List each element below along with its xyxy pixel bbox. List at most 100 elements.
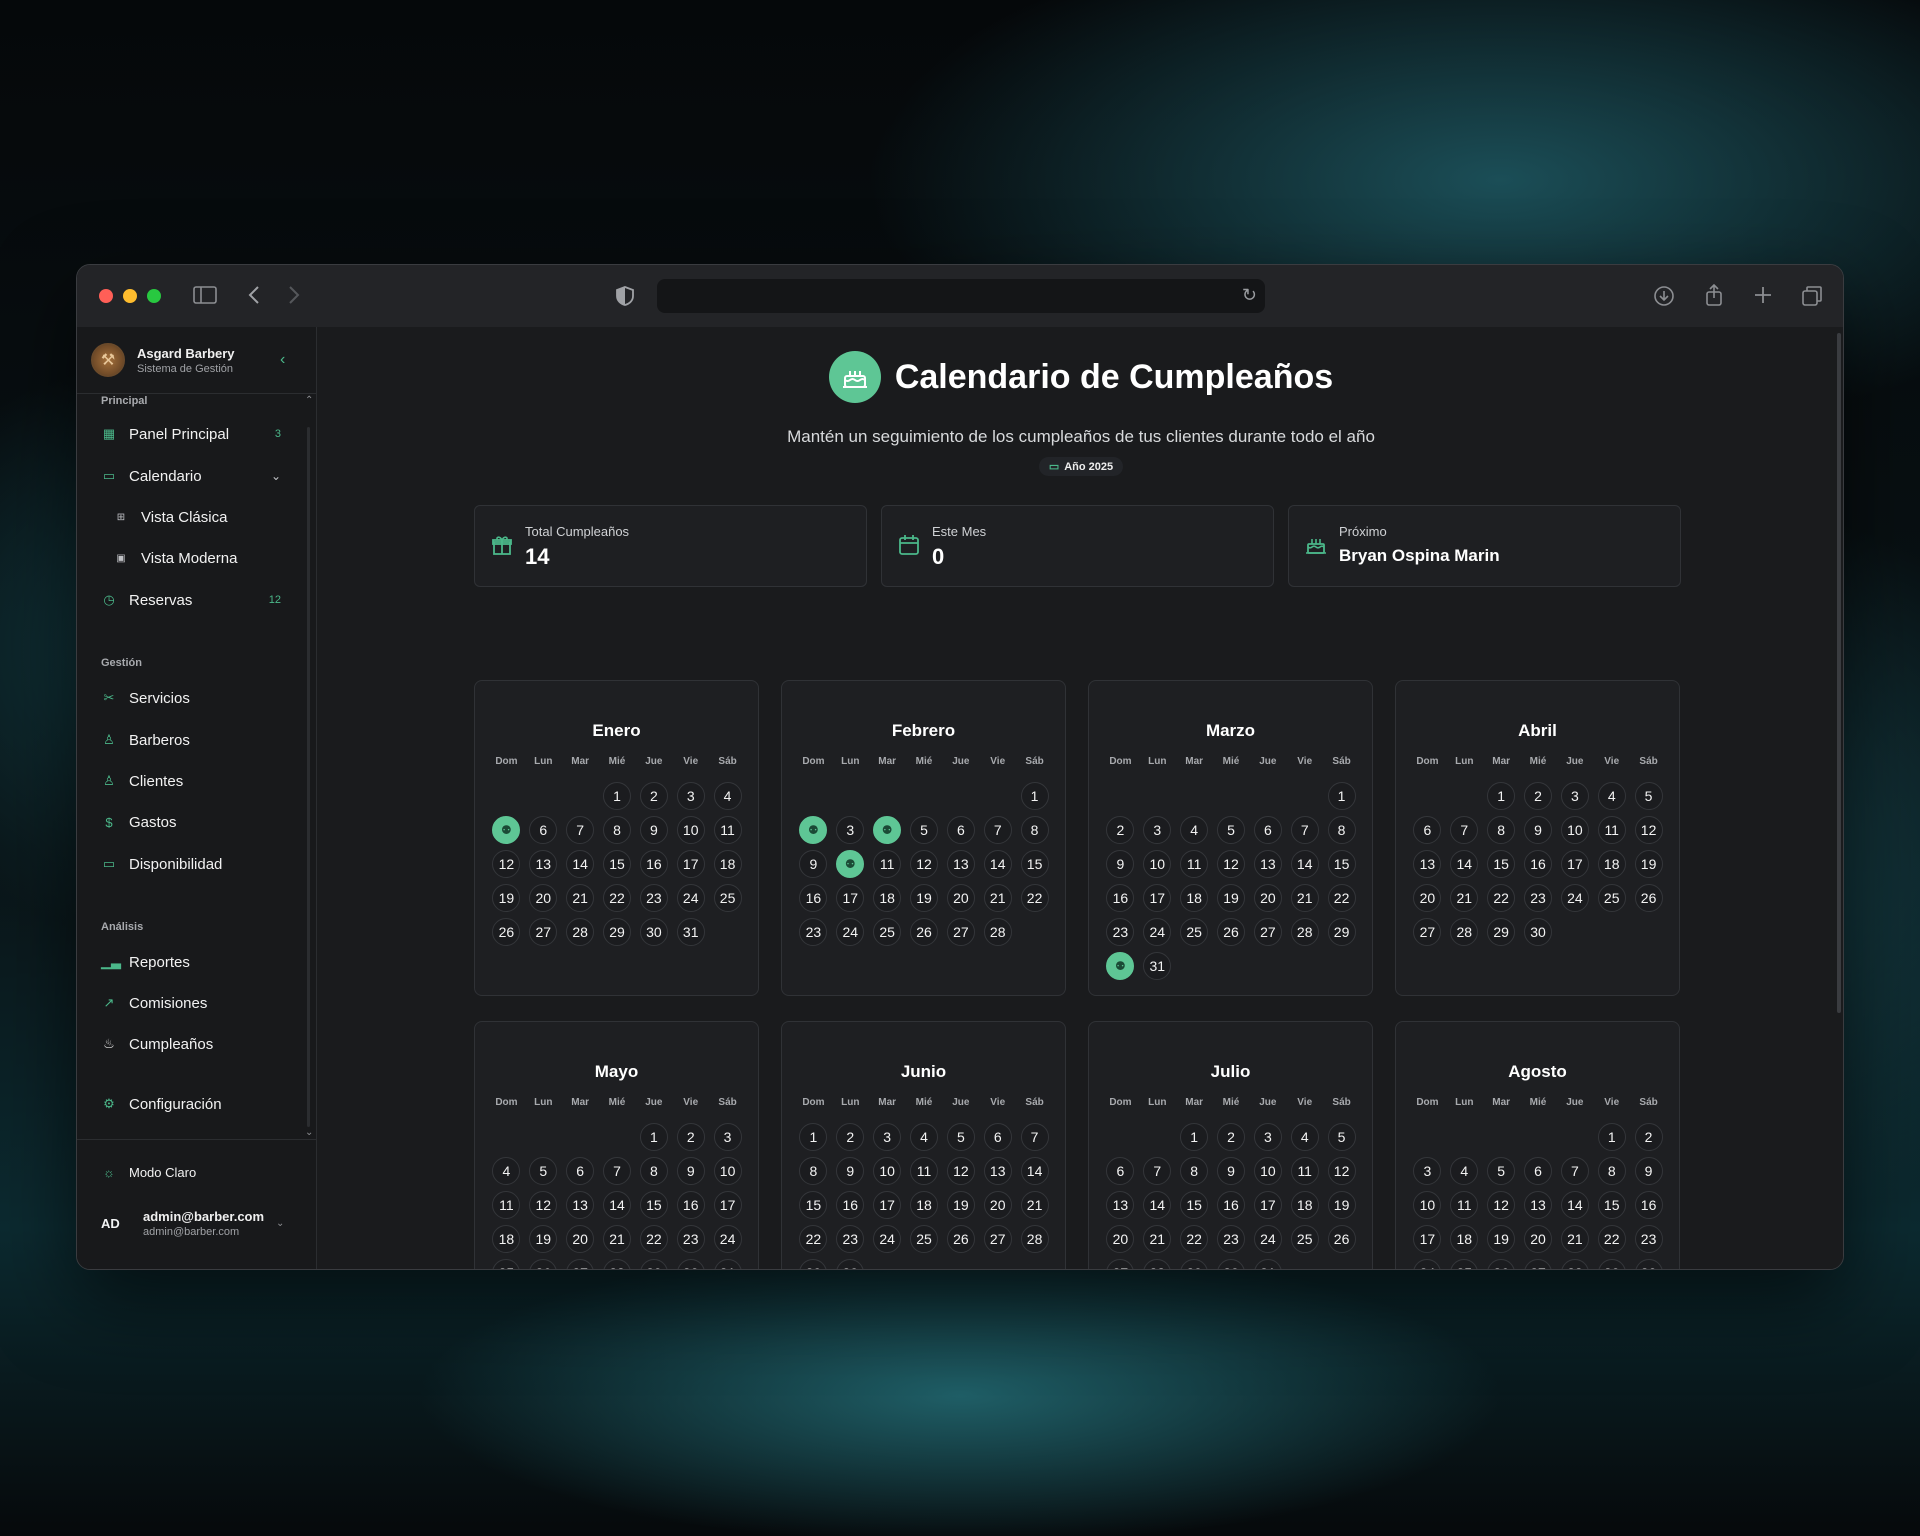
calendar-day[interactable]: 13 <box>1409 847 1446 881</box>
calendar-day[interactable]: 2 <box>1520 779 1557 813</box>
calendar-day[interactable]: 24 <box>869 1222 906 1256</box>
calendar-day[interactable]: 30 <box>672 1256 709 1269</box>
calendar-day[interactable]: 7 <box>979 813 1016 847</box>
share-icon[interactable] <box>1703 283 1725 311</box>
sidebar-item-reservas[interactable]: ◷ Reservas 12 <box>101 585 297 615</box>
calendar-day[interactable]: 29 <box>635 1256 672 1269</box>
birthday-day[interactable]: ⚉ <box>488 813 525 847</box>
sidebar-item-comisiones[interactable]: ↗ Comisiones <box>101 988 297 1018</box>
calendar-day[interactable]: 4 <box>1593 779 1630 813</box>
calendar-day[interactable]: 29 <box>1593 1256 1630 1269</box>
calendar-day[interactable]: 19 <box>1630 847 1667 881</box>
calendar-day[interactable]: 17 <box>832 881 869 915</box>
calendar-day[interactable]: 27 <box>1249 915 1286 949</box>
tabs-icon[interactable] <box>1801 285 1823 311</box>
back-icon[interactable] <box>247 284 261 310</box>
calendar-day[interactable]: 30 <box>832 1256 869 1269</box>
birthday-day[interactable]: ⚉ <box>869 813 906 847</box>
sidebar-item-vista-clasica[interactable]: ⊞ Vista Clásica <box>113 502 309 532</box>
calendar-day[interactable]: 29 <box>795 1256 832 1269</box>
calendar-day[interactable]: 11 <box>1593 813 1630 847</box>
calendar-day[interactable]: 14 <box>979 847 1016 881</box>
calendar-day[interactable]: 14 <box>1556 1188 1593 1222</box>
calendar-day[interactable]: 12 <box>1323 1154 1360 1188</box>
calendar-day[interactable]: 17 <box>869 1188 906 1222</box>
birthday-day[interactable]: ⚉ <box>1102 949 1139 983</box>
calendar-day[interactable]: 7 <box>1446 813 1483 847</box>
calendar-day[interactable]: 1 <box>1016 779 1053 813</box>
calendar-day[interactable]: 16 <box>635 847 672 881</box>
calendar-day[interactable]: 6 <box>1249 813 1286 847</box>
calendar-day[interactable]: 21 <box>1286 881 1323 915</box>
calendar-day[interactable]: 23 <box>832 1222 869 1256</box>
calendar-day[interactable]: 25 <box>1286 1222 1323 1256</box>
calendar-day[interactable]: 30 <box>635 915 672 949</box>
calendar-day[interactable]: 12 <box>1630 813 1667 847</box>
calendar-day[interactable]: 20 <box>525 881 562 915</box>
calendar-day[interactable]: 9 <box>1213 1154 1250 1188</box>
calendar-day[interactable]: 17 <box>1409 1222 1446 1256</box>
calendar-day[interactable]: 9 <box>1520 813 1557 847</box>
new-tab-icon[interactable] <box>1753 285 1773 309</box>
calendar-day[interactable]: 5 <box>525 1154 562 1188</box>
calendar-day[interactable]: 5 <box>1213 813 1250 847</box>
calendar-day[interactable]: 22 <box>795 1222 832 1256</box>
calendar-day[interactable]: 14 <box>1016 1154 1053 1188</box>
calendar-day[interactable]: 3 <box>869 1120 906 1154</box>
calendar-day[interactable]: 21 <box>1139 1222 1176 1256</box>
calendar-day[interactable]: 26 <box>942 1222 979 1256</box>
calendar-day[interactable]: 26 <box>906 915 943 949</box>
calendar-day[interactable]: 15 <box>1323 847 1360 881</box>
calendar-day[interactable]: 22 <box>1176 1222 1213 1256</box>
calendar-day[interactable]: 26 <box>1630 881 1667 915</box>
sidebar-item-disponibilidad[interactable]: ▭ Disponibilidad <box>101 849 297 879</box>
calendar-day[interactable]: 3 <box>832 813 869 847</box>
calendar-day[interactable]: 1 <box>1593 1120 1630 1154</box>
calendar-day[interactable]: 30 <box>1213 1256 1250 1269</box>
calendar-day[interactable]: 15 <box>1483 847 1520 881</box>
calendar-day[interactable]: 12 <box>942 1154 979 1188</box>
calendar-day[interactable]: 19 <box>488 881 525 915</box>
calendar-day[interactable]: 7 <box>1286 813 1323 847</box>
calendar-day[interactable]: 21 <box>1556 1222 1593 1256</box>
calendar-day[interactable]: 2 <box>832 1120 869 1154</box>
calendar-day[interactable]: 11 <box>1176 847 1213 881</box>
calendar-day[interactable]: 8 <box>1483 813 1520 847</box>
calendar-day[interactable]: 18 <box>1446 1222 1483 1256</box>
theme-toggle[interactable]: ☼ Modo Claro <box>101 1157 297 1187</box>
calendar-day[interactable]: 17 <box>1139 881 1176 915</box>
calendar-day[interactable]: 27 <box>525 915 562 949</box>
calendar-day[interactable]: 16 <box>672 1188 709 1222</box>
calendar-day[interactable]: 16 <box>1630 1188 1667 1222</box>
calendar-day[interactable]: 26 <box>1483 1256 1520 1269</box>
calendar-day[interactable]: 24 <box>1409 1256 1446 1269</box>
calendar-day[interactable]: 9 <box>635 813 672 847</box>
sidebar-item-cumpleanos[interactable]: ♨ Cumpleaños <box>101 1029 297 1059</box>
calendar-day[interactable]: 31 <box>672 915 709 949</box>
calendar-day[interactable]: 7 <box>562 813 599 847</box>
calendar-day[interactable]: 11 <box>488 1188 525 1222</box>
calendar-day[interactable]: 19 <box>1483 1222 1520 1256</box>
brand[interactable]: ⚒ Asgard Barbery Sistema de Gestión <box>91 343 235 377</box>
calendar-day[interactable]: 18 <box>869 881 906 915</box>
calendar-day[interactable]: 1 <box>795 1120 832 1154</box>
calendar-day[interactable]: 10 <box>1556 813 1593 847</box>
calendar-day[interactable]: 8 <box>599 813 636 847</box>
calendar-day[interactable]: 4 <box>1176 813 1213 847</box>
calendar-day[interactable]: 27 <box>1102 1256 1139 1269</box>
calendar-day[interactable]: 12 <box>1213 847 1250 881</box>
calendar-day[interactable]: 21 <box>599 1222 636 1256</box>
calendar-day[interactable]: 8 <box>635 1154 672 1188</box>
calendar-day[interactable]: 22 <box>599 881 636 915</box>
calendar-day[interactable]: 24 <box>1249 1222 1286 1256</box>
calendar-day[interactable]: 10 <box>1409 1188 1446 1222</box>
calendar-day[interactable]: 21 <box>1446 881 1483 915</box>
calendar-day[interactable]: 15 <box>1176 1188 1213 1222</box>
calendar-day[interactable]: 1 <box>1483 779 1520 813</box>
calendar-day[interactable]: 13 <box>525 847 562 881</box>
calendar-day[interactable]: 16 <box>1520 847 1557 881</box>
calendar-day[interactable]: 6 <box>1520 1154 1557 1188</box>
calendar-day[interactable]: 3 <box>1249 1120 1286 1154</box>
calendar-day[interactable]: 10 <box>672 813 709 847</box>
calendar-day[interactable]: 24 <box>1139 915 1176 949</box>
